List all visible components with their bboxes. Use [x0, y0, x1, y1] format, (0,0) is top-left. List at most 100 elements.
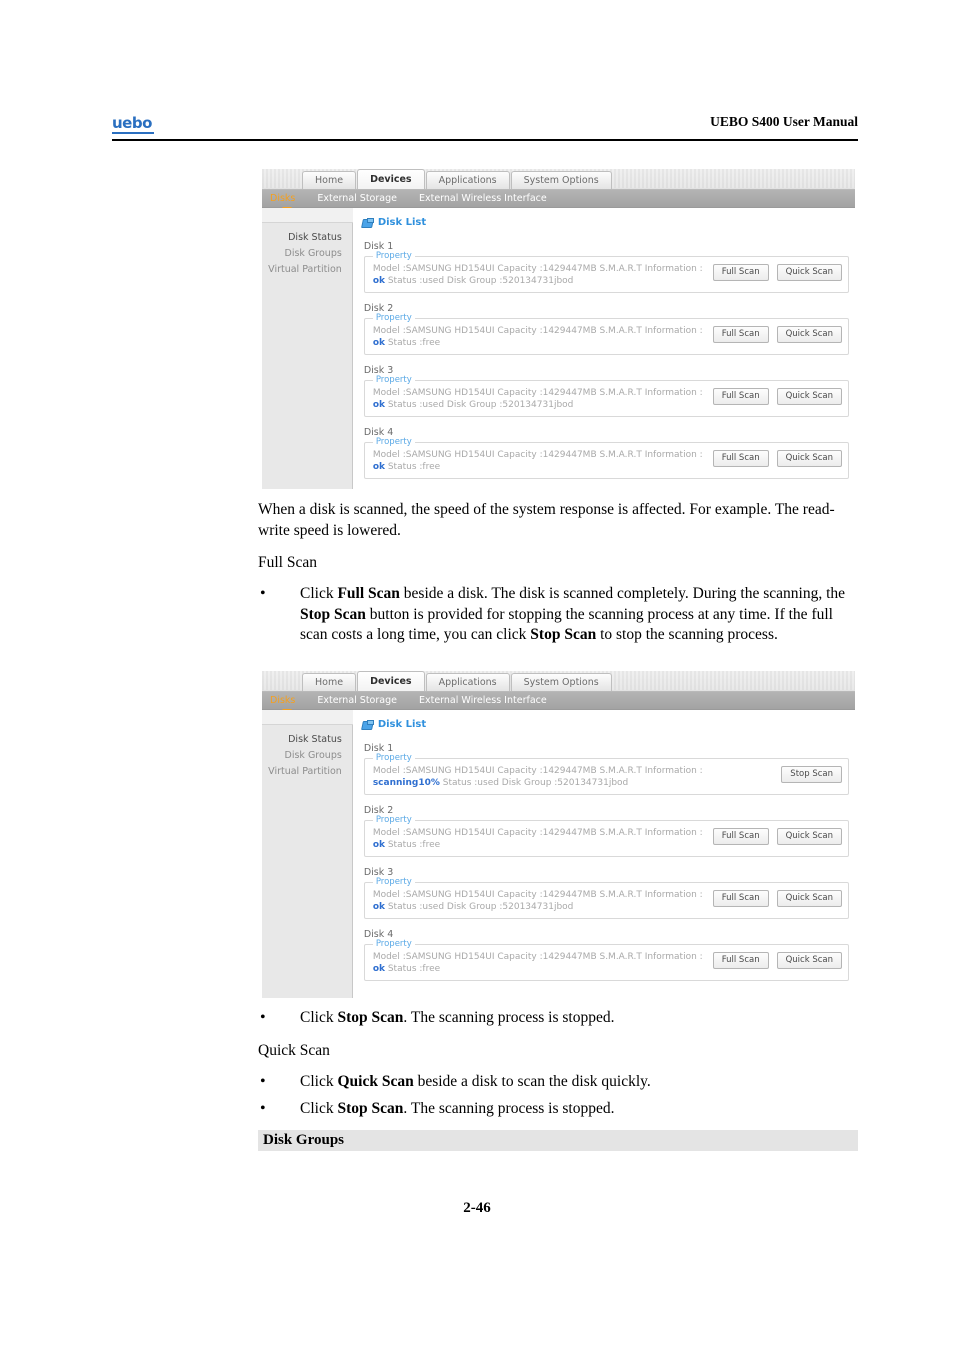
disk-list-title: Disk List — [377, 719, 427, 730]
side-item-virtual-partition[interactable]: Virtual Partition — [262, 764, 352, 780]
disk-model-line: Model :SAMSUNG HD154UI Capacity :1429447… — [372, 450, 703, 460]
bullet-full-scan: • Click Full Scan beside a disk. The dis… — [260, 584, 858, 646]
full-scan-button[interactable]: Full Scan — [712, 828, 769, 845]
quick-scan-button[interactable]: Quick Scan — [776, 264, 842, 281]
disk-label: Disk 4 — [363, 427, 394, 438]
full-scan-button[interactable]: Full Scan — [712, 890, 769, 907]
quick-scan-button[interactable]: Quick Scan — [776, 828, 842, 845]
disk-status-token: ok — [372, 461, 385, 472]
disk-status-text: Status :free — [384, 461, 441, 472]
scan-buttons: Full Scan Quick Scan — [703, 890, 842, 907]
tab-system-options[interactable]: System Options — [510, 171, 612, 189]
property-box: Property Model :SAMSUNG HD154UI Capacity… — [363, 313, 849, 355]
disk-drive-icon — [362, 217, 374, 228]
property-legend: Property — [372, 437, 415, 447]
disk-model-line: Model :SAMSUNG HD154UI Capacity :1429447… — [372, 388, 703, 398]
property-legend: Property — [372, 939, 415, 949]
disk-list-header-2: Disk List — [362, 719, 855, 730]
disk-info-text: Model :SAMSUNG HD154UI Capacity :1429447… — [373, 952, 703, 975]
tab-applications[interactable]: Applications — [425, 171, 510, 189]
page-number: 2-46 — [463, 1200, 491, 1216]
side-item-disk-groups[interactable]: Disk Groups — [262, 748, 352, 764]
intro-paragraph: When a disk is scanned, the speed of the… — [258, 501, 835, 539]
subnav-item-disks[interactable]: Disks — [270, 193, 295, 204]
property-box: Property Model :SAMSUNG HD154UI Capacity… — [363, 877, 849, 919]
tab-devices[interactable]: Devices — [357, 169, 425, 189]
disk-list-content-1: Disk List Disk 1 Property Model :SAMSUNG… — [352, 208, 855, 489]
property-legend: Property — [372, 815, 415, 825]
disk-info-text: Model :SAMSUNG HD154UI Capacity :1429447… — [373, 264, 703, 287]
manual-page: uebo UEBO S400 User Manual Home Devices … — [0, 0, 954, 1351]
disk-model-line: Model :SAMSUNG HD154UI Capacity :1429447… — [372, 890, 703, 900]
bullet-text: Click Full Scan beside a disk. The disk … — [300, 585, 846, 643]
quick-scan-button[interactable]: Quick Scan — [776, 890, 842, 907]
disk-model-line: Model :SAMSUNG HD154UI Capacity :1429447… — [372, 952, 703, 962]
disk-status-token: ok — [372, 963, 385, 974]
quick-scan-button[interactable]: Quick Scan — [776, 388, 842, 405]
full-scan-button[interactable]: Full Scan — [712, 388, 769, 405]
disk-scan-progress: scanning10% — [372, 777, 440, 788]
disk-entry-1: Disk 1 Property Model :SAMSUNG HD154UI C… — [362, 743, 855, 795]
disk-entry-3: Disk 3 Property Model :SAMSUNG HD154UI C… — [362, 365, 855, 417]
property-legend: Property — [372, 251, 415, 261]
quick-scan-button[interactable]: Quick Scan — [776, 450, 842, 467]
disk-status-text: Status :used Disk Group :520134731jbod — [384, 399, 574, 410]
tab-home[interactable]: Home — [302, 171, 357, 189]
disk-status-text: Status :free — [384, 337, 441, 348]
disk-entry-2: Disk 2 Property Model :SAMSUNG HD154UI C… — [362, 805, 855, 857]
subnav-item-external-storage[interactable]: External Storage — [317, 695, 397, 706]
subnav-item-disks[interactable]: Disks — [270, 695, 295, 706]
quick-scan-button[interactable]: Quick Scan — [776, 952, 842, 969]
subnav-item-external-wireless-interface[interactable]: External Wireless Interface — [419, 695, 547, 706]
quick-scan-heading: Quick Scan — [258, 1042, 330, 1059]
sub-nav-2: Disks External Storage External Wireless… — [262, 692, 855, 714]
tab-system-options[interactable]: System Options — [510, 673, 612, 691]
disk-label: Disk 1 — [363, 743, 394, 754]
full-scan-button[interactable]: Full Scan — [712, 952, 769, 969]
disk-entry-4: Disk 4 Property Model :SAMSUNG HD154UI C… — [362, 929, 855, 981]
disk-list-title: Disk List — [377, 217, 427, 228]
tab-strip-2: Home Devices Applications System Options — [262, 671, 855, 692]
side-item-disk-status[interactable]: Disk Status — [262, 732, 352, 748]
disk-entry-4: Disk 4 Property Model :SAMSUNG HD154UI C… — [362, 427, 855, 479]
tab-devices[interactable]: Devices — [357, 671, 425, 691]
disk-list-content-2: Disk List Disk 1 Property Model :SAMSUNG… — [352, 710, 855, 998]
tabs-2: Home Devices Applications System Options — [302, 671, 613, 691]
disk-info-text: Model :SAMSUNG HD154UI Capacity :1429447… — [373, 890, 703, 913]
full-scan-button[interactable]: Full Scan — [712, 450, 769, 467]
disk-status-text: Status :free — [384, 839, 441, 850]
disk-model-line: Model :SAMSUNG HD154UI Capacity :1429447… — [372, 264, 703, 274]
disk-status-token: ok — [372, 839, 385, 850]
bullet-text: Click Stop Scan. The scanning process is… — [300, 1009, 615, 1026]
bullet-text: Click Quick Scan beside a disk to scan t… — [300, 1073, 651, 1090]
full-scan-button[interactable]: Full Scan — [712, 264, 769, 281]
bullet-stop-scan-1: • Click Stop Scan. The scanning process … — [260, 1008, 858, 1029]
side-item-disk-status[interactable]: Disk Status — [262, 230, 352, 246]
disk-status-token: ok — [372, 275, 385, 286]
quick-scan-button[interactable]: Quick Scan — [776, 326, 842, 343]
uebo-logo: uebo — [112, 114, 152, 132]
screenshot-disk-list-idle: Home Devices Applications System Options… — [262, 169, 855, 489]
property-legend: Property — [372, 375, 415, 385]
stop-scan-button[interactable]: Stop Scan — [781, 766, 842, 783]
bullet-marker: • — [260, 1073, 266, 1090]
manual-title: UEBO S400 User Manual — [710, 114, 858, 129]
disk-label: Disk 4 — [363, 929, 394, 940]
side-item-disk-groups[interactable]: Disk Groups — [262, 246, 352, 262]
disk-status-text: Status :used Disk Group :520134731jbod — [439, 777, 629, 788]
disk-info-text: Model :SAMSUNG HD154UI Capacity :1429447… — [373, 828, 703, 851]
subnav-item-external-wireless-interface[interactable]: External Wireless Interface — [419, 193, 547, 204]
scan-buttons: Full Scan Quick Scan — [703, 828, 842, 845]
disk-drive-icon — [362, 719, 374, 730]
header-divider — [112, 139, 858, 141]
side-item-virtual-partition[interactable]: Virtual Partition — [262, 262, 352, 278]
bullet-quick-scan: • Click Quick Scan beside a disk to scan… — [260, 1072, 858, 1093]
tabs-1: Home Devices Applications System Options — [302, 169, 613, 189]
disk-entry-1: Disk 1 Property Model :SAMSUNG HD154UI C… — [362, 241, 855, 293]
disk-label: Disk 3 — [363, 867, 394, 878]
tab-home[interactable]: Home — [302, 673, 357, 691]
tab-applications[interactable]: Applications — [425, 673, 510, 691]
property-legend: Property — [372, 877, 415, 887]
subnav-item-external-storage[interactable]: External Storage — [317, 193, 397, 204]
full-scan-button[interactable]: Full Scan — [712, 326, 769, 343]
